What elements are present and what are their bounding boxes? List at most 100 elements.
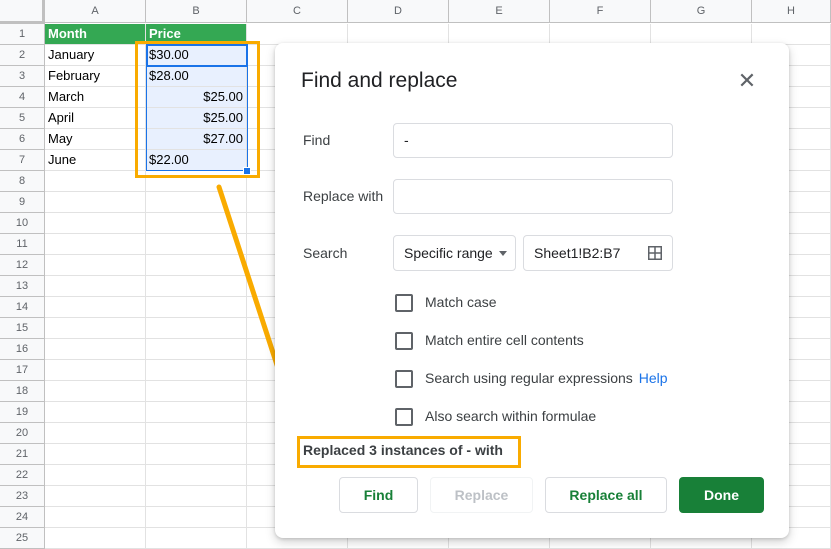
replace-all-button[interactable]: Replace all xyxy=(545,477,667,513)
row-header-19[interactable]: 19 xyxy=(0,402,45,423)
replace-with-input[interactable] xyxy=(393,179,673,214)
column-header-g[interactable]: G xyxy=(651,0,752,23)
row-header-17[interactable]: 17 xyxy=(0,360,45,381)
grid-cell[interactable] xyxy=(146,360,247,381)
range-input[interactable]: Sheet1!B2:B7 xyxy=(523,235,673,271)
grid-cell[interactable] xyxy=(45,444,146,465)
grid-cell[interactable] xyxy=(550,24,651,45)
cell-a3[interactable]: February xyxy=(45,66,146,87)
column-header-e[interactable]: E xyxy=(449,0,550,23)
row-header-16[interactable]: 16 xyxy=(0,339,45,360)
checkbox-regex[interactable] xyxy=(395,370,413,388)
cell-b3[interactable]: $28.00 xyxy=(146,66,247,87)
column-header-f[interactable]: F xyxy=(550,0,651,23)
grid-cell[interactable] xyxy=(45,234,146,255)
checkbox-search-formulae[interactable] xyxy=(395,408,413,426)
grid-cell[interactable] xyxy=(45,318,146,339)
row-header-12[interactable]: 12 xyxy=(0,255,45,276)
row-header-14[interactable]: 14 xyxy=(0,297,45,318)
grid-cell[interactable] xyxy=(45,465,146,486)
cell-b4[interactable]: $25.00 xyxy=(146,87,247,108)
cell-a6[interactable]: May xyxy=(45,129,146,150)
grid-cell[interactable] xyxy=(45,171,146,192)
grid-cell[interactable] xyxy=(146,234,247,255)
column-header-h[interactable]: H xyxy=(752,0,831,23)
search-scope-dropdown[interactable]: Specific range xyxy=(393,235,516,271)
done-button[interactable]: Done xyxy=(679,477,764,513)
grid-select-icon[interactable] xyxy=(648,246,662,260)
cell-a5[interactable]: April xyxy=(45,108,146,129)
checkbox-match-case[interactable] xyxy=(395,294,413,312)
grid-cell[interactable] xyxy=(146,507,247,528)
select-all-corner[interactable] xyxy=(0,0,45,24)
grid-cell[interactable] xyxy=(449,24,550,45)
column-header-a[interactable]: A xyxy=(45,0,146,23)
grid-cell[interactable] xyxy=(45,423,146,444)
grid-cell[interactable] xyxy=(146,381,247,402)
grid-cell[interactable] xyxy=(146,276,247,297)
cell-b2[interactable]: $30.00 xyxy=(146,45,247,66)
cell-a2[interactable]: January xyxy=(45,45,146,66)
grid-cell[interactable] xyxy=(45,255,146,276)
cell-a4[interactable]: March xyxy=(45,87,146,108)
row-header-20[interactable]: 20 xyxy=(0,423,45,444)
grid-cell[interactable] xyxy=(45,192,146,213)
grid-cell[interactable] xyxy=(146,465,247,486)
grid-cell[interactable] xyxy=(752,24,831,45)
column-header-b[interactable]: B xyxy=(146,0,247,23)
column-header-d[interactable]: D xyxy=(348,0,449,23)
close-icon[interactable]: ✕ xyxy=(735,69,759,93)
grid-cell[interactable] xyxy=(247,24,348,45)
row-header-18[interactable]: 18 xyxy=(0,381,45,402)
grid-cell[interactable] xyxy=(146,171,247,192)
replace-button[interactable]: Replace xyxy=(430,477,533,513)
row-header-4[interactable]: 4 xyxy=(0,87,45,108)
grid-cell[interactable] xyxy=(146,339,247,360)
grid-cell[interactable] xyxy=(45,339,146,360)
row-header-10[interactable]: 10 xyxy=(0,213,45,234)
cell-b1[interactable]: Price xyxy=(146,24,247,45)
cell-a7[interactable]: June xyxy=(45,150,146,171)
row-header-8[interactable]: 8 xyxy=(0,171,45,192)
column-header-c[interactable]: C xyxy=(247,0,348,23)
grid-cell[interactable] xyxy=(146,297,247,318)
grid-cell[interactable] xyxy=(45,213,146,234)
grid-cell[interactable] xyxy=(146,192,247,213)
row-header-22[interactable]: 22 xyxy=(0,465,45,486)
grid-cell[interactable] xyxy=(45,276,146,297)
row-header-5[interactable]: 5 xyxy=(0,108,45,129)
cell-a1[interactable]: Month xyxy=(45,24,146,45)
grid-cell[interactable] xyxy=(45,507,146,528)
row-header-9[interactable]: 9 xyxy=(0,192,45,213)
grid-cell[interactable] xyxy=(146,402,247,423)
grid-cell[interactable] xyxy=(45,381,146,402)
row-header-2[interactable]: 2 xyxy=(0,45,45,66)
grid-cell[interactable] xyxy=(146,213,247,234)
find-button[interactable]: Find xyxy=(339,477,418,513)
cell-b6[interactable]: $27.00 xyxy=(146,129,247,150)
grid-cell[interactable] xyxy=(45,402,146,423)
row-header-21[interactable]: 21 xyxy=(0,444,45,465)
grid-cell[interactable] xyxy=(45,360,146,381)
row-header-23[interactable]: 23 xyxy=(0,486,45,507)
row-header-6[interactable]: 6 xyxy=(0,129,45,150)
row-header-13[interactable]: 13 xyxy=(0,276,45,297)
grid-cell[interactable] xyxy=(651,24,752,45)
grid-cell[interactable] xyxy=(146,444,247,465)
row-header-25[interactable]: 25 xyxy=(0,528,45,549)
fill-handle[interactable] xyxy=(243,167,251,175)
grid-cell[interactable] xyxy=(45,486,146,507)
help-link[interactable]: Help xyxy=(639,370,668,386)
find-input[interactable]: - xyxy=(393,123,673,158)
row-header-7[interactable]: 7 xyxy=(0,150,45,171)
row-header-15[interactable]: 15 xyxy=(0,318,45,339)
row-header-1[interactable]: 1 xyxy=(0,24,45,45)
grid-cell[interactable] xyxy=(45,528,146,549)
cell-b7[interactable]: $22.00 xyxy=(146,150,247,171)
grid-cell[interactable] xyxy=(146,255,247,276)
grid-cell[interactable] xyxy=(146,528,247,549)
grid-cell[interactable] xyxy=(146,486,247,507)
grid-cell[interactable] xyxy=(146,423,247,444)
checkbox-match-entire-cell[interactable] xyxy=(395,332,413,350)
row-header-3[interactable]: 3 xyxy=(0,66,45,87)
